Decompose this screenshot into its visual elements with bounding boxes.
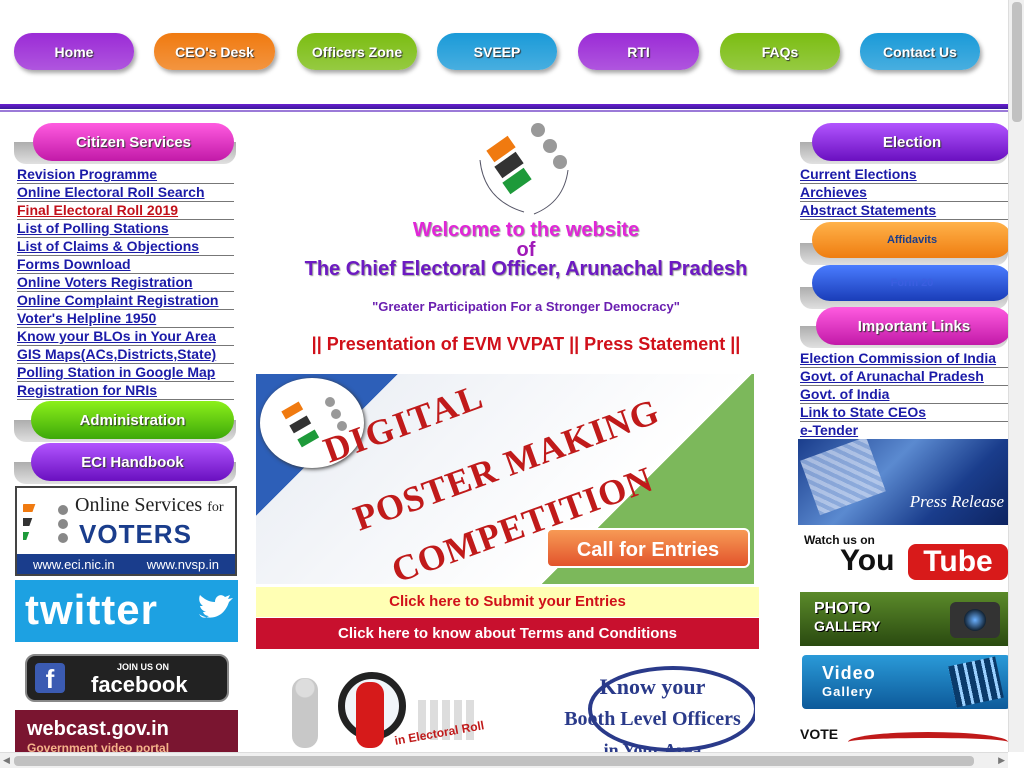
webcast-title: webcast.gov.in (27, 718, 169, 740)
nav-home[interactable]: Home (14, 33, 134, 70)
affidavits-button[interactable]: Affidavits (812, 222, 1012, 258)
link-item[interactable]: e-Tender (800, 422, 1008, 440)
link-item[interactable]: List of Claims & Objections (17, 238, 234, 256)
link-item[interactable]: GIS Maps(ACs,Districts,State) (17, 346, 234, 364)
person-icon (292, 678, 318, 748)
call-for-entries-badge: Call for Entries (546, 528, 750, 568)
link-item[interactable]: Online Voters Registration (17, 274, 234, 292)
election-links: Current Elections Archieves Abstract State… (800, 166, 1008, 220)
page: Home CEO's Desk Officers Zone SVEEP RTI … (0, 0, 1024, 768)
nav-ceos-desk[interactable]: CEO's Desk (154, 33, 275, 70)
photo-line2: GALLERY (814, 618, 881, 634)
video-gallery-banner[interactable]: Video Gallery (802, 655, 1010, 709)
video-line1: Video (822, 663, 876, 683)
nav-officers-zone[interactable]: Officers Zone (297, 33, 417, 70)
link-item[interactable]: Archieves (800, 184, 1008, 202)
link-item[interactable]: Current Elections (800, 166, 1008, 184)
digital-poster-banner[interactable]: DIGITAL POSTER MAKING COMPETITION Call f… (256, 374, 754, 584)
link-item[interactable]: Election Commission of India (800, 350, 1008, 368)
welcome-line3: The Chief Electoral Officer, Arunachal P… (304, 258, 748, 280)
vote-text: VOTE (800, 726, 839, 742)
eci-logo-icon (23, 504, 68, 543)
citizen-services-header[interactable]: Citizen Services (33, 123, 234, 161)
search-electoral-roll-banner[interactable]: in Electoral Roll (288, 664, 494, 752)
eci-emblem-icon (479, 123, 569, 215)
facebook-name: facebook (91, 672, 188, 697)
election-header[interactable]: Election (812, 123, 1012, 161)
webcast-banner[interactable]: webcast.gov.in Government video portal (15, 710, 238, 752)
photo-line1: PHOTO (814, 600, 871, 617)
link-item[interactable]: Revision Programme (17, 166, 234, 184)
voters-banner-urls: www.eci.nic.in www.nvsp.in (17, 554, 235, 574)
voters-banner-line1: Online Services for (75, 494, 224, 516)
link-item[interactable]: Voter's Helpline 1950 (17, 310, 234, 328)
link-item[interactable]: List of Polling Stations (17, 220, 234, 238)
online-services-voters-banner[interactable]: Online Services for VOTERS www.eci.nic.i… (15, 486, 237, 576)
link-item[interactable]: Govt. of India (800, 386, 1008, 404)
header-divider (0, 104, 1008, 112)
press-release-banner[interactable]: Press Release (798, 439, 1010, 525)
link-item[interactable]: Abstract Statements (800, 202, 1008, 220)
important-links: Election Commission of India Govt. of Aru… (800, 350, 1008, 440)
important-links-header[interactable]: Important Links (816, 307, 1012, 345)
youtube-tube: Tube (908, 544, 1008, 580)
camera-icon (950, 602, 1000, 638)
blo-line2: Booth Level Officers (564, 708, 741, 730)
vertical-scrollbar[interactable] (1008, 0, 1024, 752)
video-line2: Gallery (822, 684, 874, 699)
nav-sveep[interactable]: SVEEP (437, 33, 557, 70)
twitter-text: twitter (25, 586, 158, 633)
film-icon (948, 656, 1004, 708)
blo-line1: Know your (599, 674, 706, 699)
voters-banner-line2: VOTERS (79, 519, 192, 549)
form20-button[interactable]: Form 20 (812, 265, 1012, 301)
blo-line3: in Your Area (603, 740, 702, 752)
know-your-blo-banner[interactable]: Know your Booth Level Officers in Your A… (550, 664, 755, 752)
link-item[interactable]: Govt. of Arunachal Pradesh (800, 368, 1008, 386)
link-item[interactable]: Online Complaint Registration (17, 292, 234, 310)
twitter-banner[interactable]: twitter (15, 580, 238, 642)
vote-banner[interactable]: VOTE (798, 714, 1010, 752)
facebook-f-icon: f (35, 663, 65, 694)
twitter-bird-icon (199, 595, 233, 618)
facebook-join: JOIN US ON (117, 662, 170, 672)
link-item[interactable]: Polling Station in Google Map (17, 364, 234, 382)
vote-swoosh-icon (848, 732, 1008, 752)
nav-contact-us[interactable]: Contact Us (860, 33, 980, 70)
youtube-you: You (840, 544, 895, 577)
newspaper-icon (800, 439, 886, 516)
link-item[interactable]: Forms Download (17, 256, 234, 274)
administration-header[interactable]: Administration (31, 401, 234, 439)
nav-rti[interactable]: RTI (578, 33, 699, 70)
link-item[interactable]: Know your BLOs in Your Area (17, 328, 234, 346)
submit-entries-link[interactable]: Click here to Submit your Entries (256, 587, 759, 617)
webcast-subtitle: Government video portal (27, 741, 170, 752)
eci-handbook-header[interactable]: ECI Handbook (31, 443, 234, 481)
evm-press-link[interactable]: || Presentation of EVM VVPAT || Press St… (256, 334, 796, 355)
terms-conditions-link[interactable]: Click here to know about Terms and Condi… (256, 618, 759, 649)
red-person-icon (356, 682, 384, 748)
link-item[interactable]: Registration for NRIs (17, 382, 234, 400)
youtube-banner[interactable]: Watch us on You Tube (798, 532, 1010, 584)
facebook-banner[interactable]: f JOIN US ON facebook (25, 654, 229, 702)
link-item[interactable]: Link to State CEOs (800, 404, 1008, 422)
nav-faqs[interactable]: FAQs (720, 33, 840, 70)
press-release-text: Press Release (909, 492, 1004, 511)
photo-gallery-banner[interactable]: PHOTO GALLERY (800, 592, 1010, 646)
link-item[interactable]: Online Electoral Roll Search (17, 184, 234, 202)
top-nav: Home CEO's Desk Officers Zone SVEEP RTI … (0, 33, 1008, 73)
citizen-services-links: Revision Programme Online Electoral Roll … (17, 166, 234, 400)
link-item[interactable]: Final Electoral Roll 2019 (17, 202, 234, 220)
tagline: "Greater Participation For a Stronger De… (372, 299, 680, 314)
horizontal-scrollbar[interactable]: ◀ ▶ (0, 752, 1008, 768)
